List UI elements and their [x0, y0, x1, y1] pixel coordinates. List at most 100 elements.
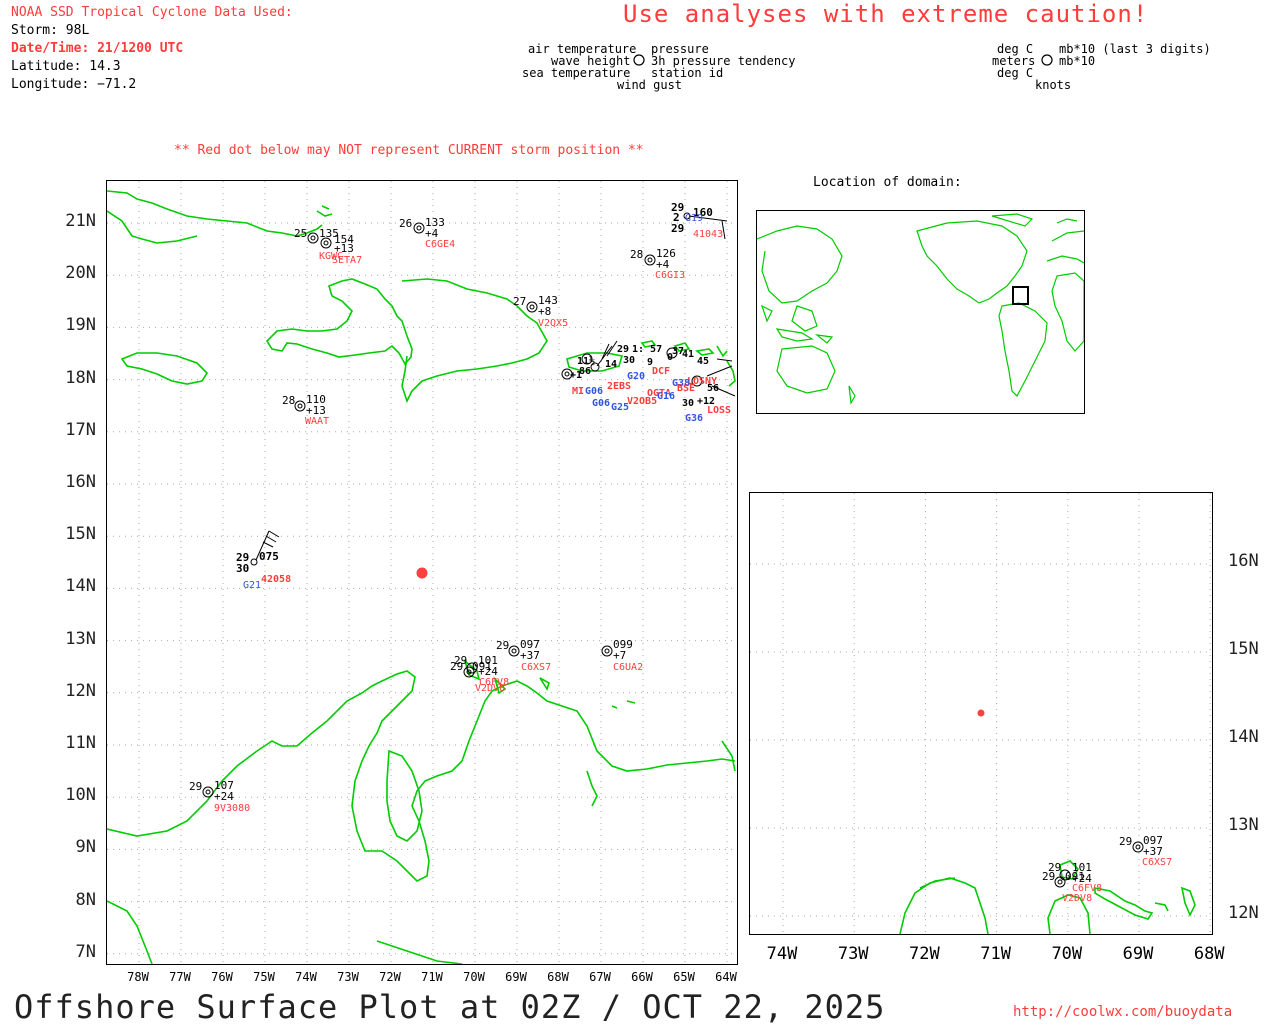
- lat-label: 16N: [1228, 551, 1259, 571]
- svg-text:1: 57: 1: 57: [632, 344, 662, 355]
- lat-label: 12N: [1228, 903, 1259, 923]
- plot-title: Offshore Surface Plot at 02Z / OCT 22, 2…: [14, 988, 886, 1026]
- station-gust: G21: [243, 580, 261, 591]
- lon-label: 69W: [1122, 944, 1154, 964]
- locator-map-canvas: [757, 213, 1084, 405]
- station-temp: 28: [630, 248, 643, 261]
- locator-map[interactable]: [756, 210, 1085, 414]
- svg-text:G16: G16: [657, 391, 675, 402]
- svg-text:37: 37: [672, 346, 684, 357]
- station-id: 42058: [261, 574, 291, 585]
- station-temp: 25: [294, 227, 307, 240]
- lat-label: 14N: [1228, 727, 1259, 747]
- lat-label: 9N: [75, 837, 96, 858]
- lon-label: 65W: [673, 970, 695, 984]
- station-id: 9V3080: [214, 803, 250, 814]
- lat-label: 11N: [65, 733, 96, 753]
- storm-name: Storm: 98L: [11, 23, 90, 38]
- station-temp: 29: [1042, 870, 1055, 883]
- station-temp: 29: [1119, 835, 1132, 848]
- svg-text:MI: MI: [572, 386, 584, 397]
- lon-label: 75W: [253, 970, 275, 984]
- main-map[interactable]: 25 135 154 +13 26 133 +4 29 2 160 29 28 …: [106, 180, 738, 965]
- svg-text:30: 30: [623, 355, 635, 366]
- zoom-map[interactable]: 29 097 +37 C6XS7 29 101 +24 29 091 C6FV8…: [749, 492, 1213, 935]
- lon-label: 64W: [715, 970, 737, 984]
- svg-text:30: 30: [682, 398, 694, 409]
- lat-label: 16N: [65, 472, 96, 492]
- lon-label: 73W: [837, 944, 869, 964]
- svg-text:G36: G36: [685, 413, 703, 424]
- lon-label: 71W: [421, 970, 443, 984]
- station-pressure: 091: [1065, 870, 1085, 883]
- legend-station-circle-icon: [633, 54, 645, 66]
- svg-text:G25: G25: [611, 402, 629, 413]
- lon-label: 68W: [547, 970, 569, 984]
- lat-label: 13N: [1228, 815, 1259, 835]
- station-plots: 25 135 154 +13 26 133 +4 29 2 160 29 28 …: [189, 201, 736, 803]
- lat-label: 10N: [65, 785, 96, 806]
- storm-position-dot: [416, 567, 428, 579]
- svg-text:11½: 11½: [577, 355, 595, 367]
- storm-position-note: ** Red dot below may NOT represent CURRE…: [174, 143, 644, 158]
- station-ids: KGWC SETA7 C6GE4 41043 C6GI3 V2QX5 WAAT …: [214, 213, 731, 814]
- svg-text:86: 86: [579, 366, 591, 377]
- svg-text:G20: G20: [627, 371, 645, 382]
- station-temp: 29: [496, 639, 509, 652]
- station-id: C6UA2: [613, 662, 643, 673]
- lat-label: 17N: [65, 419, 96, 440]
- world-coastlines: [757, 213, 1084, 405]
- lat-label: 21N: [65, 211, 96, 231]
- station-pressure: 075: [259, 550, 279, 563]
- svg-text:LOSS: LOSS: [707, 405, 731, 416]
- station-temp: 28: [282, 394, 295, 407]
- data-source-title: NOAA SSD Tropical Cyclone Data Used:: [11, 5, 293, 20]
- lat-label: 7N: [75, 941, 96, 962]
- lat-label: 13N: [65, 628, 96, 649]
- lat-label: 14N: [65, 576, 96, 597]
- lon-label: 66W: [631, 970, 653, 984]
- station-tendency: +8: [538, 305, 551, 318]
- latitude: Latitude: 14.3: [11, 59, 121, 74]
- svg-text:DCF: DCF: [652, 366, 670, 377]
- legend-units-circle-icon: [1041, 54, 1053, 66]
- lon-label: 72W: [909, 944, 940, 964]
- locator-title: Location of domain:: [813, 175, 962, 190]
- station-sea-temp: 30: [236, 562, 249, 575]
- lon-label: 71W: [980, 944, 1011, 964]
- station-id: SETA7: [332, 255, 362, 266]
- station-temp: 26: [399, 217, 412, 230]
- svg-text:G06: G06: [592, 398, 610, 409]
- station-tendency: +24: [214, 790, 234, 803]
- station-temp: 27: [513, 295, 526, 308]
- lon-label: 76W: [211, 970, 233, 984]
- lat-label: 12N: [65, 680, 96, 701]
- station-id: V2DV8: [1062, 893, 1092, 904]
- legend-sea-temperature: sea temperature: [522, 66, 631, 80]
- legend-wind-gust: wind gust: [617, 78, 683, 92]
- lon-label: 69W: [505, 970, 527, 984]
- lon-label: 74W: [295, 970, 317, 984]
- domain-box: [1012, 286, 1029, 305]
- lat-label: 19N: [65, 315, 96, 336]
- legend-deg-c-2: deg C: [997, 66, 1034, 80]
- station-gust: G19: [685, 213, 703, 224]
- svg-text:14: 14: [605, 359, 617, 370]
- source-url[interactable]: http://coolwx.com/buoydata: [1013, 1004, 1232, 1020]
- station-id: C6GE4: [425, 239, 455, 250]
- station-temp: 29: [450, 660, 463, 673]
- lon-label: 70W: [1051, 944, 1083, 964]
- lon-label: 77W: [169, 970, 191, 984]
- station-tendency: +7: [613, 649, 626, 662]
- station-tendency: +37: [520, 649, 540, 662]
- storm-position-dot-zoom: [977, 709, 985, 717]
- lon-label: 68W: [1193, 944, 1225, 964]
- datetime: Date/Time: 21/1200 UTC: [11, 41, 184, 56]
- lat-label: 15N: [1228, 639, 1259, 659]
- station-sea-temp: 29: [671, 222, 684, 235]
- svg-text:29: 29: [617, 344, 629, 355]
- station-id: WAAT: [305, 416, 329, 427]
- longitude: Longitude: −71.2: [11, 77, 137, 92]
- lon-label: 74W: [766, 944, 798, 964]
- station-temp: 29: [189, 780, 202, 793]
